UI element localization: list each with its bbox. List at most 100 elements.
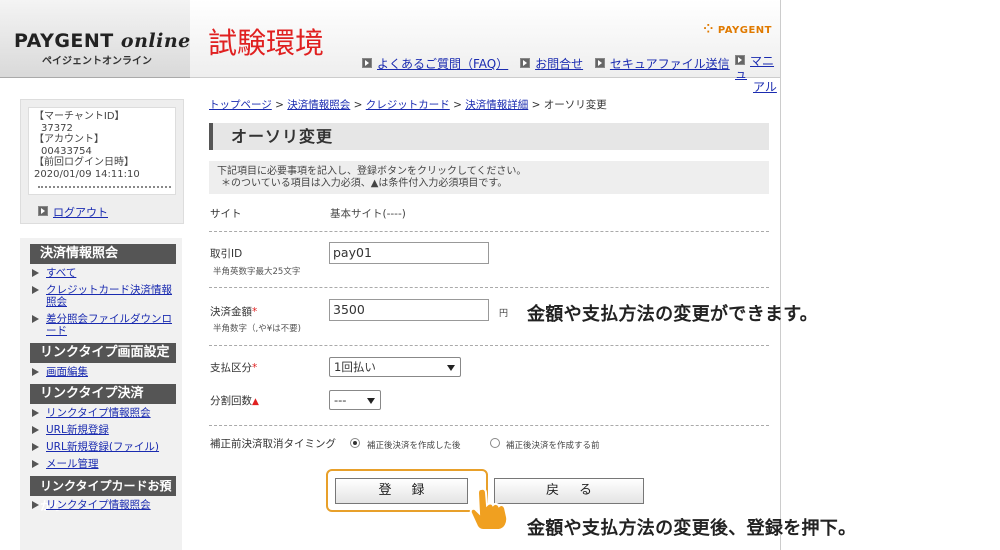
breadcrumb-sep: > (528, 99, 544, 111)
dropdown-arrow-icon (367, 398, 375, 404)
payment-type-value: 1回払い (334, 360, 376, 374)
installments-value: --- (334, 393, 347, 407)
account-label: 【アカウント】 (34, 134, 104, 145)
logo-italic-text: online (120, 30, 191, 52)
logout-link[interactable]: ログアウト (53, 206, 108, 219)
sidebar-list: リンクタイプ情報照会 (30, 499, 182, 511)
breadcrumb-current: オーソリ変更 (543, 99, 607, 111)
divider (38, 186, 171, 188)
sidebar-item: メール管理 (30, 458, 182, 470)
sidebar-link-screen-edit[interactable]: 画面編集 (46, 366, 88, 378)
sidebar-list: リンクタイプ情報照会 URL新規登録 URL新規登録(ファイル) メール管理 (30, 407, 182, 470)
trade-id-input[interactable]: pay01 (329, 242, 489, 264)
trade-id-label: 取引ID (210, 248, 243, 260)
breadcrumb-detail[interactable]: 決済情報詳細 (465, 99, 528, 111)
sidebar-link-url-new-file[interactable]: URL新規登録(ファイル) (46, 441, 159, 453)
nav-arrow-icon (735, 55, 745, 65)
sidebar-heading-link-payment: リンクタイプ決済 (30, 384, 176, 404)
sidebar-list: 画面編集 (30, 366, 182, 378)
sidebar-item: URL新規登録 (30, 424, 182, 436)
breadcrumb-top[interactable]: トップページ (209, 99, 272, 111)
environment-title: 試験環境 (208, 26, 325, 60)
manual-line2: アル (753, 80, 777, 94)
amount-label-text: 決済金額 (210, 306, 252, 318)
sidebar-item: 差分照会ファイルダウンロード (30, 313, 182, 337)
site-label: サイト (210, 208, 242, 220)
installments-label: 分割回数▲ (210, 393, 259, 408)
last-login-value: 2020/01/09 14:11:10 (34, 168, 140, 180)
amount-label: 決済金額* (210, 304, 257, 319)
nav-arrow-icon (520, 58, 531, 68)
sidebar-link-credit-card[interactable]: クレジットカード決済情報照会 (46, 284, 172, 308)
last-login-label: 【前回ログイン日時】 (34, 157, 134, 168)
trade-id-hint: 半角英数字最大25文字 (213, 267, 301, 277)
nav-arrow-icon (594, 58, 605, 68)
sidebar-link-url-new[interactable]: URL新規登録 (46, 424, 109, 436)
sidebar-link-link-info[interactable]: リンクタイプ情報照会 (46, 407, 151, 419)
breadcrumb-sep: > (350, 99, 366, 111)
instructions-line2: ＊のついている項目は入力必須、▲は条件付入力必須項目です。 (221, 178, 508, 189)
header-bar: 試験環境 ⁘ PAYGENT よくあるご質問（FAQ） お問合せ セキュアファイル… (190, 0, 780, 94)
sidebar-heading-card-storage: リンクタイプカードお預かり (30, 476, 176, 513)
account-info: 【マーチャントID】 37372 【アカウント】 00433754 【前回ログイ… (28, 107, 176, 195)
logo-subtitle: ペイジェントオンライン (42, 56, 152, 67)
row-divider (209, 345, 769, 346)
brand-logo: ⁘ PAYGENT (703, 22, 772, 36)
nav-contact-link[interactable]: お問合せ (535, 57, 583, 71)
sidebar-link-card-info[interactable]: リンクタイプ情報照会 (46, 499, 151, 511)
required-mark: * (252, 362, 258, 374)
amount-hint: 半角数字（,や¥は不要) (213, 324, 301, 334)
sidebar-item: すべて (30, 267, 182, 279)
installments-select[interactable]: --- (329, 390, 381, 410)
sidebar-item: URL新規登録(ファイル) (30, 441, 182, 453)
breadcrumb-payment-info[interactable]: 決済情報照会 (287, 99, 350, 111)
breadcrumb-sep: > (271, 99, 288, 111)
sidebar-item: リンクタイプ情報照会 (30, 499, 182, 511)
brand-dots-icon: ⁘ (703, 22, 714, 36)
logout: ログアウト (38, 204, 183, 220)
instructions-line1: 下記項目に必要事項を記入し、登録ボタンをクリックしてください。 (217, 166, 527, 177)
app-window: PAYGENT online ペイジェントオンライン 試験環境 ⁘ PAYGENT… (0, 0, 781, 550)
nav-manual: マニュ アル (735, 55, 780, 94)
sidebar-link-all[interactable]: すべて (46, 267, 76, 279)
timing-before-radio[interactable] (490, 438, 500, 448)
nav-secure-file-link[interactable]: セキュアファイル送信 (610, 57, 730, 71)
sidebar-link-mail[interactable]: メール管理 (46, 458, 99, 470)
dropdown-arrow-icon (447, 365, 455, 371)
annotation-register-note: 金額や支払方法の変更後、登録を押下。 (527, 518, 857, 539)
conditional-mark: ▲ (252, 397, 259, 407)
logo[interactable]: PAYGENT online ペイジェントオンライン (0, 0, 190, 78)
pointing-hand-icon (469, 487, 509, 531)
account-value: 00433754 (41, 145, 92, 157)
payment-type-label-text: 支払区分 (210, 362, 252, 374)
breadcrumb-credit-card[interactable]: クレジットカード (366, 99, 450, 111)
sidebar: 決済情報照会 すべて クレジットカード決済情報照会 差分照会ファイルダウンロード… (20, 238, 182, 550)
sidebar-list: すべて クレジットカード決済情報照会 差分照会ファイルダウンロード (30, 267, 182, 337)
timing-after-label: 補正後決済を作成した後 (367, 441, 461, 451)
merchant-id-label: 【マーチャントID】 (34, 111, 125, 122)
row-divider (209, 425, 769, 426)
amount-input[interactable]: 3500 (329, 299, 489, 321)
logout-arrow-icon (38, 206, 48, 216)
timing-label: 補正前決済取消タイミング (210, 438, 336, 450)
nav-faq-link[interactable]: よくあるご質問（FAQ） (377, 57, 508, 71)
payment-type-label: 支払区分* (210, 360, 257, 375)
nav-arrow-icon (362, 58, 372, 68)
sidebar-link-diff-download[interactable]: 差分照会ファイルダウンロード (46, 313, 172, 337)
top-nav: よくあるご質問（FAQ） お問合せ セキュアファイル送信 (362, 55, 738, 72)
required-mark: * (252, 306, 258, 318)
breadcrumb-sep: > (449, 99, 466, 111)
amount-unit: 円 (499, 309, 509, 319)
timing-after-radio[interactable] (350, 438, 360, 448)
timing-before-label: 補正後決済を作成する前 (506, 441, 600, 451)
register-button[interactable]: 登録 (335, 478, 468, 504)
payment-type-select[interactable]: 1回払い (329, 357, 461, 377)
row-divider (209, 231, 769, 232)
annotation-change-note: 金額や支払方法の変更ができます。 (527, 304, 818, 325)
row-divider (209, 287, 769, 288)
instructions: 下記項目に必要事項を記入し、登録ボタンをクリックしてください。 ＊のついている項… (209, 161, 769, 194)
sidebar-item: クレジットカード決済情報照会 (30, 284, 182, 308)
sidebar-item: 画面編集 (30, 366, 182, 378)
installments-label-text: 分割回数 (210, 395, 252, 407)
account-panel: 【マーチャントID】 37372 【アカウント】 00433754 【前回ログイ… (20, 99, 184, 224)
